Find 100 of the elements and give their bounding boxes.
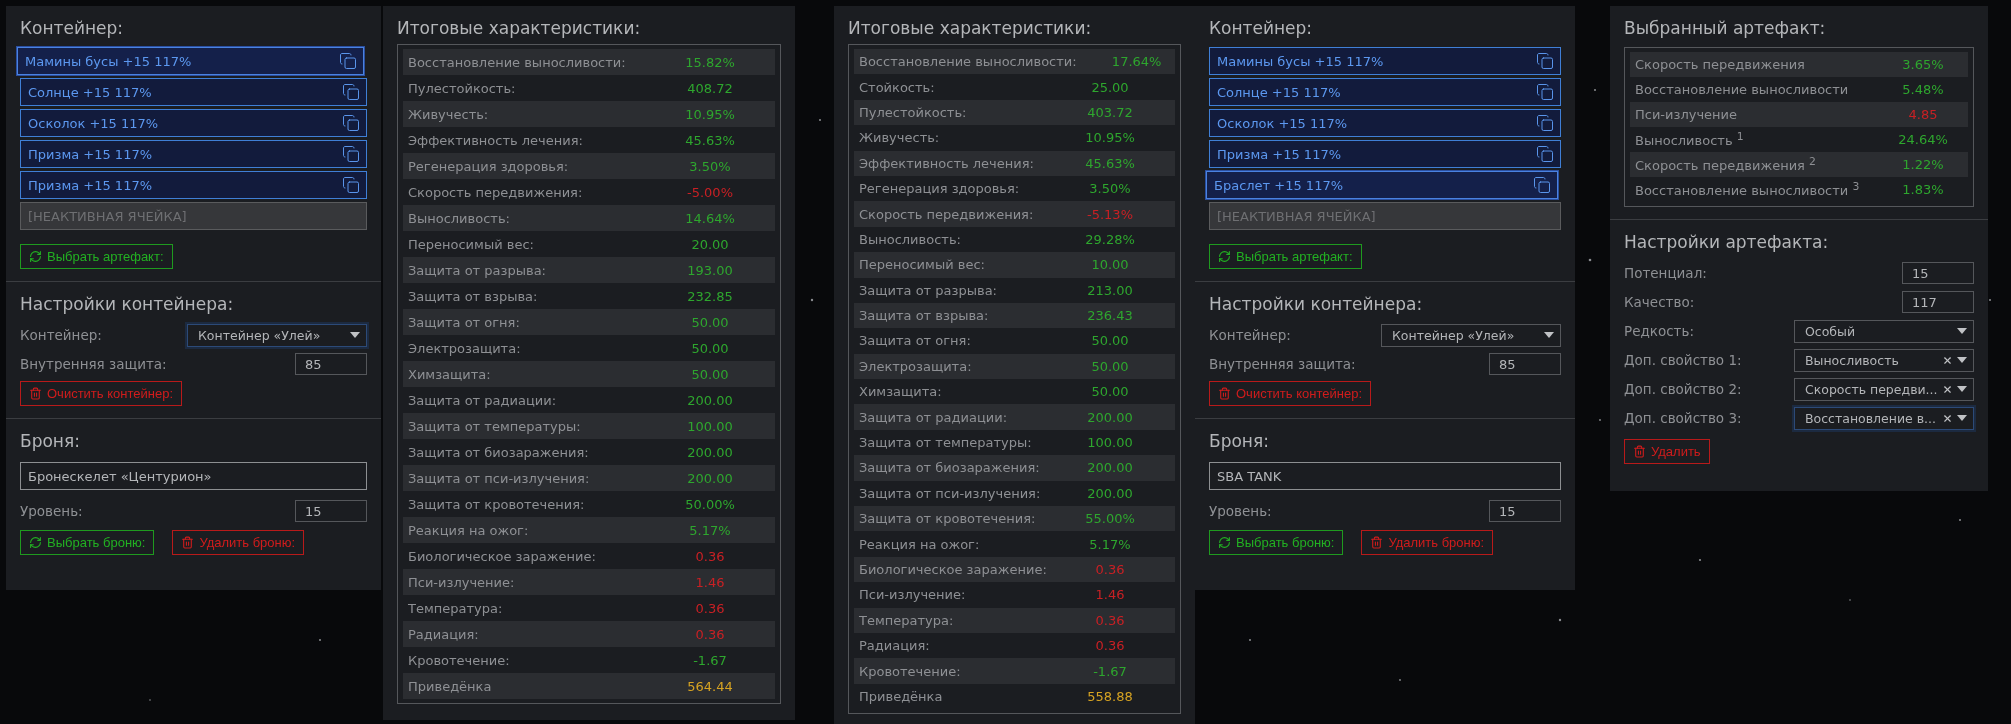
stat-label: Защита от кровотечения: bbox=[408, 496, 586, 512]
stat-label: Пси-излучение bbox=[1635, 107, 1739, 122]
stat-value: 213.00 bbox=[1086, 282, 1134, 298]
protection-field[interactable]: 85 bbox=[295, 353, 367, 375]
artifact-slot[interactable]: Призма +15 117% bbox=[1209, 140, 1561, 168]
stat-label: Эффективность лечения: bbox=[859, 155, 1035, 171]
copy-icon[interactable] bbox=[342, 114, 360, 132]
stat-label: Защита от пси-излучения: bbox=[408, 470, 591, 486]
field-label: Потенциал: bbox=[1624, 265, 1707, 281]
armor-field[interactable]: Бронескелет «Центурион» bbox=[20, 462, 367, 490]
trash-icon bbox=[29, 387, 42, 400]
refresh-icon bbox=[1218, 250, 1231, 263]
clear-container-button[interactable]: Очистить контейнер: bbox=[1209, 381, 1371, 406]
stat-value: 20.00 bbox=[690, 236, 730, 252]
artifact-slot[interactable]: Осколок +15 117% bbox=[1209, 109, 1561, 137]
stat-value: 50.00 bbox=[1090, 358, 1130, 374]
clear-icon[interactable] bbox=[1942, 412, 1953, 424]
stat-value: -1.67 bbox=[692, 652, 728, 668]
artifact-slot[interactable]: Мамины бусы +15 117% bbox=[1209, 47, 1561, 75]
artifact-slot[interactable]: Осколок +15 117% bbox=[20, 109, 367, 137]
caret-icon bbox=[1957, 415, 1967, 421]
pick-artifact-button[interactable]: Выбрать артефакт: bbox=[1209, 244, 1362, 269]
stat-value: 236.43 bbox=[1086, 308, 1134, 324]
container-select[interactable]: Контейнер «Улей» bbox=[187, 323, 367, 347]
artifact-slot[interactable]: Мамины бусы +15 117% bbox=[17, 47, 364, 75]
stat-label: Скорость передвижения bbox=[1635, 57, 1806, 72]
stat-value: 0.36 bbox=[1094, 612, 1126, 628]
refresh-icon bbox=[1218, 536, 1231, 549]
property-select[interactable]: Восстановление в... bbox=[1794, 406, 1974, 430]
stat-label: Защита от биозаражения: bbox=[408, 444, 590, 460]
copy-icon[interactable] bbox=[1536, 145, 1554, 163]
stat-value: 0.36 bbox=[1094, 638, 1126, 654]
delete-armor-button[interactable]: Удалить броню: bbox=[172, 530, 305, 555]
stat-label: Восстановление выносливости: bbox=[408, 54, 627, 70]
copy-icon[interactable] bbox=[342, 176, 360, 194]
container-select[interactable]: Контейнер «Улей» bbox=[1381, 323, 1561, 347]
stat-label: Биологическое заражение: bbox=[859, 562, 1048, 577]
panel-title: Итоговые характеристики: bbox=[397, 18, 642, 38]
stat-value: 25.00 bbox=[1090, 79, 1130, 95]
property-select[interactable]: Особый bbox=[1794, 319, 1974, 343]
stat-value: 10.95% bbox=[1084, 130, 1136, 146]
stat-value: 50.00 bbox=[690, 366, 730, 382]
copy-icon[interactable] bbox=[1533, 176, 1551, 194]
copy-icon[interactable] bbox=[1536, 83, 1554, 101]
field-label: Уровень: bbox=[1209, 503, 1272, 519]
refresh-icon bbox=[29, 536, 42, 549]
stat-value: 3.50% bbox=[1088, 181, 1132, 197]
artifact-slot[interactable]: Браслет +15 117% bbox=[1206, 171, 1558, 199]
clear-icon[interactable] bbox=[1942, 354, 1953, 366]
artifact-slot[interactable]: Солнце +15 117% bbox=[1209, 78, 1561, 106]
panel-title: Итоговые характеристики: bbox=[848, 18, 1093, 38]
stat-value: 0.36 bbox=[694, 548, 726, 564]
stat-label: Температура: bbox=[859, 612, 955, 628]
stat-value: 3.50% bbox=[688, 158, 732, 174]
pick-armor-button[interactable]: Выбрать броню: bbox=[20, 530, 155, 555]
stat-value: 1.83% bbox=[1901, 182, 1945, 197]
stat-label: Пулестойкость: bbox=[408, 80, 517, 96]
property-select[interactable]: Скорость передви... bbox=[1794, 377, 1974, 401]
level-field[interactable]: 15 bbox=[1489, 500, 1561, 522]
delete-artifact-button[interactable]: Удалить bbox=[1624, 439, 1710, 464]
stat-value: 558.88 bbox=[1086, 688, 1134, 704]
stat-value: 5.17% bbox=[688, 522, 732, 538]
copy-icon[interactable] bbox=[342, 145, 360, 163]
field-label: Качество: bbox=[1624, 294, 1695, 310]
stat-label: Переносимый вес: bbox=[859, 257, 986, 273]
stat-label: Защита от температуры: bbox=[859, 435, 1033, 451]
pick-armor-button[interactable]: Выбрать броню: bbox=[1209, 530, 1344, 555]
stat-label: Выносливость $^{1}$ bbox=[1635, 130, 1745, 149]
caret-icon bbox=[1957, 357, 1967, 363]
field-label: Уровень: bbox=[20, 503, 83, 519]
protection-field[interactable]: 85 bbox=[1489, 353, 1561, 375]
stat-label: Выносливость: bbox=[859, 231, 962, 247]
stat-label: Переносимый вес: bbox=[408, 236, 535, 252]
pick-artifact-button[interactable]: Выбрать артефакт: bbox=[20, 244, 173, 269]
stat-label: Восстановление выносливости bbox=[1635, 82, 1850, 97]
stat-label: Защита от радиации: bbox=[408, 392, 558, 408]
stat-value: 50.00 bbox=[1090, 333, 1130, 349]
stat-value: 4.85 bbox=[1907, 107, 1939, 122]
stat-value: 1.46 bbox=[1094, 587, 1126, 603]
copy-icon[interactable] bbox=[1536, 52, 1554, 70]
number-field[interactable]: 117 bbox=[1902, 291, 1974, 313]
artifact-slot[interactable]: Призма +15 117% bbox=[20, 171, 367, 199]
clear-container-button[interactable]: Очистить контейнер: bbox=[20, 381, 182, 406]
stat-value: 403.72 bbox=[1086, 104, 1134, 120]
stat-label: Защита от кровотечения: bbox=[859, 511, 1037, 527]
stat-value: 1.46 bbox=[694, 574, 726, 590]
stat-label: Защита от разрыва: bbox=[408, 262, 547, 278]
property-select[interactable]: Выносливость bbox=[1794, 348, 1974, 372]
level-field[interactable]: 15 bbox=[295, 500, 367, 522]
artifact-slot[interactable]: Солнце +15 117% bbox=[20, 78, 367, 106]
copy-icon[interactable] bbox=[342, 83, 360, 101]
armor-field[interactable]: SBA TANK bbox=[1209, 462, 1561, 490]
number-field[interactable]: 15 bbox=[1902, 262, 1974, 284]
field-label: Контейнер: bbox=[20, 327, 102, 343]
delete-armor-button[interactable]: Удалить броню: bbox=[1361, 530, 1494, 555]
copy-icon[interactable] bbox=[1536, 114, 1554, 132]
clear-icon[interactable] bbox=[1942, 383, 1953, 395]
copy-icon[interactable] bbox=[339, 52, 357, 70]
artifact-slot[interactable]: Призма +15 117% bbox=[20, 140, 367, 168]
section-title: Настройки артефакта: bbox=[1624, 232, 1830, 252]
